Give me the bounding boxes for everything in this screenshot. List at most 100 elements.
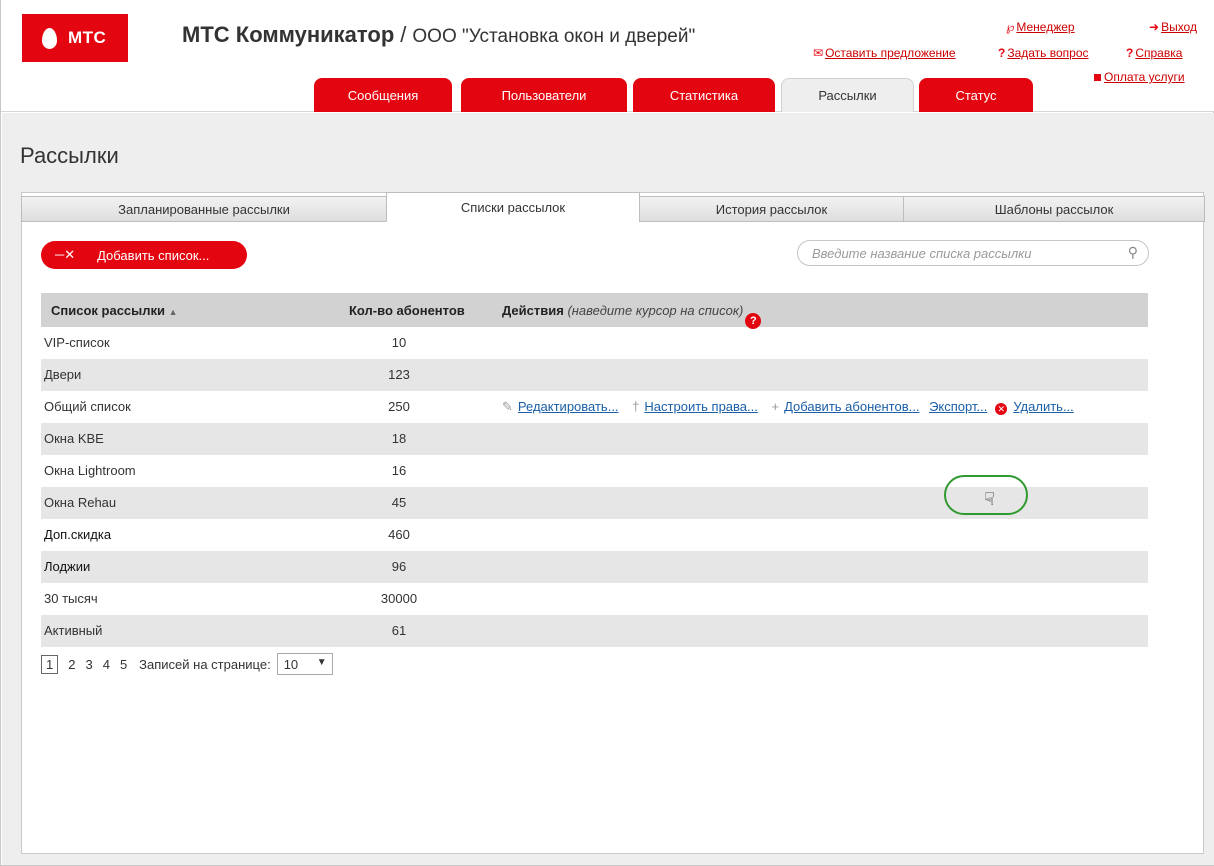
table-row[interactable]: 30 тысяч 30000	[41, 583, 1148, 615]
logo-text: МТС	[68, 28, 107, 47]
row-count: 30000	[380, 591, 418, 606]
table-row-hovered[interactable]: Общий список 250 ✎ Редактировать... † Настр…	[41, 391, 1148, 423]
help-icon: ?	[1126, 46, 1134, 60]
payment-link[interactable]: Оплата услуги	[1104, 70, 1185, 84]
export-link[interactable]: Экспорт...	[929, 399, 987, 414]
subtab-history[interactable]: История рассылок	[639, 196, 904, 222]
subtab-scheduled[interactable]: Запланированные рассылки	[21, 196, 387, 222]
page-3[interactable]: 3	[85, 657, 92, 672]
subtab-lists[interactable]: Списки рассылок	[386, 192, 640, 222]
tab-messages[interactable]: Сообщения	[314, 78, 452, 112]
col-actions-header: Действия (наведите курсор на список)?	[502, 303, 762, 329]
row-name: 30 тысяч	[44, 591, 98, 606]
col-name-label: Список рассылки	[51, 303, 166, 318]
edit-link[interactable]: Редактировать...	[518, 399, 619, 414]
col-count-header[interactable]: Кол-во абонентов	[349, 303, 465, 318]
sub-tabs: Запланированные рассылки Списки рассылок…	[21, 192, 1205, 222]
search-placeholder: Введите название списка рассылки	[812, 245, 1032, 261]
add-list-button[interactable]: ─✕ Добавить список...	[41, 241, 247, 269]
table-row[interactable]: Окна KBE 18	[41, 423, 1148, 455]
table-row[interactable]: Активный 61	[41, 615, 1148, 647]
pencil-icon: ✎	[502, 399, 513, 414]
mailings-panel: Запланированные рассылки Списки рассылок…	[21, 192, 1205, 854]
pencil-icon: ─✕	[55, 247, 76, 262]
row-name: Окна KBE	[44, 431, 104, 446]
app-window: МТС МТС Коммуникатор / ООО "Установка окон…	[0, 0, 1214, 866]
content-area: Рассылки Запланированные рассылки Списки…	[2, 113, 1214, 865]
row-name: Двери	[44, 367, 82, 382]
title-separator: /	[400, 22, 407, 47]
table-row[interactable]: Лоджии 96	[41, 551, 1148, 583]
col-name-header[interactable]: Список рассылки ▲	[51, 303, 178, 318]
delete-link[interactable]: Удалить...	[1013, 399, 1073, 414]
row-count: 61	[391, 623, 407, 638]
sort-asc-icon: ▲	[168, 307, 178, 317]
page-1[interactable]: 1	[41, 654, 59, 674]
row-name: Окна Rehau	[44, 495, 117, 510]
help-link-wrap: ? Справка	[1126, 46, 1182, 60]
envelope-icon: ✉	[813, 46, 824, 60]
page-4[interactable]: 4	[103, 657, 110, 672]
header: МТС МТС Коммуникатор / ООО "Установка окон…	[1, 0, 1214, 112]
logout-link[interactable]: Выход	[1161, 20, 1197, 34]
add-subscribers-link[interactable]: Добавить абонентов...	[784, 399, 919, 414]
app-title: МТС Коммуникатор / ООО "Установка окон и д…	[182, 22, 695, 48]
plus-icon: +	[771, 399, 780, 414]
row-count: 250	[388, 399, 410, 414]
help-link[interactable]: Справка	[1135, 46, 1182, 60]
company-name: ООО "Установка окон и дверей"	[412, 26, 696, 47]
tab-statistics[interactable]: Статистика	[633, 78, 775, 112]
row-count: 460	[388, 527, 410, 542]
pagination: 1 2 3 4 5 Записей на странице: 10 ▼	[41, 653, 333, 675]
table-row[interactable]: Двери 123	[41, 359, 1148, 391]
egg-icon	[42, 27, 57, 49]
tab-users[interactable]: Пользователи	[461, 78, 627, 112]
rights-link[interactable]: Настроить права...	[644, 399, 757, 414]
row-name: VIP-список	[44, 335, 110, 350]
payment-icon	[1094, 74, 1101, 82]
page-title: Рассылки	[20, 143, 119, 168]
ask-link[interactable]: Задать вопрос	[1007, 46, 1088, 60]
mts-logo[interactable]: МТС	[22, 14, 128, 62]
search-input[interactable]: Введите название списка рассылки ⚲	[797, 240, 1149, 266]
row-actions: ✎ Редактировать... † Настроить права... + Д…	[502, 399, 1074, 415]
suggest-link-wrap: ✉ Оставить предложение	[813, 46, 956, 60]
delete-icon: ✕	[995, 403, 1008, 415]
question-icon: ?	[998, 46, 1006, 60]
row-count: 10	[391, 335, 407, 350]
row-count: 123	[388, 367, 410, 382]
per-page-label: Записей на странице:	[139, 656, 271, 672]
col-actions-label: Действия	[502, 303, 564, 318]
logout-icon: ➜	[1149, 20, 1160, 34]
actions-hint: (наведите курсор на список)	[567, 303, 744, 318]
tab-mailings[interactable]: Рассылки	[781, 78, 914, 112]
manager-link[interactable]: Менеджер	[1016, 20, 1074, 34]
tab-status[interactable]: Статус	[919, 78, 1033, 112]
subtab-templates[interactable]: Шаблоны рассылок	[903, 196, 1205, 222]
row-name: Доп.скидка	[44, 527, 112, 542]
key-icon: †	[632, 399, 640, 414]
row-count: 18	[391, 431, 407, 446]
row-count: 96	[391, 559, 407, 574]
search-icon[interactable]: ⚲	[1128, 244, 1138, 261]
ask-link-wrap: ? Задать вопрос	[998, 46, 1089, 60]
row-name: Лоджии	[44, 559, 91, 574]
logout-link-wrap: ➜ Выход	[1149, 20, 1197, 34]
per-page-value: 10	[283, 656, 299, 672]
per-page-select[interactable]: 10 ▼	[276, 653, 333, 675]
row-count: 45	[391, 495, 407, 510]
manager-link-wrap: ℘ Менеджер	[1006, 20, 1075, 34]
hand-cursor-icon: ☟	[984, 489, 995, 509]
row-name: Активный	[44, 623, 103, 638]
app-name: МТС Коммуникатор	[182, 22, 395, 47]
pay-link-wrap: Оплата услуги	[1094, 70, 1185, 84]
suggest-link[interactable]: Оставить предложение	[825, 46, 956, 60]
table-header: Список рассылки ▲ Кол-во абонентов Дейст…	[41, 293, 1148, 329]
row-name: Общий список	[44, 399, 131, 414]
table-row[interactable]: VIP-список 10	[41, 327, 1148, 359]
row-count: 16	[391, 463, 407, 478]
page-5[interactable]: 5	[120, 657, 127, 672]
page-2[interactable]: 2	[68, 657, 75, 672]
row-name: Окна Lightroom	[44, 463, 136, 478]
table-row[interactable]: Доп.скидка 460	[41, 519, 1148, 551]
